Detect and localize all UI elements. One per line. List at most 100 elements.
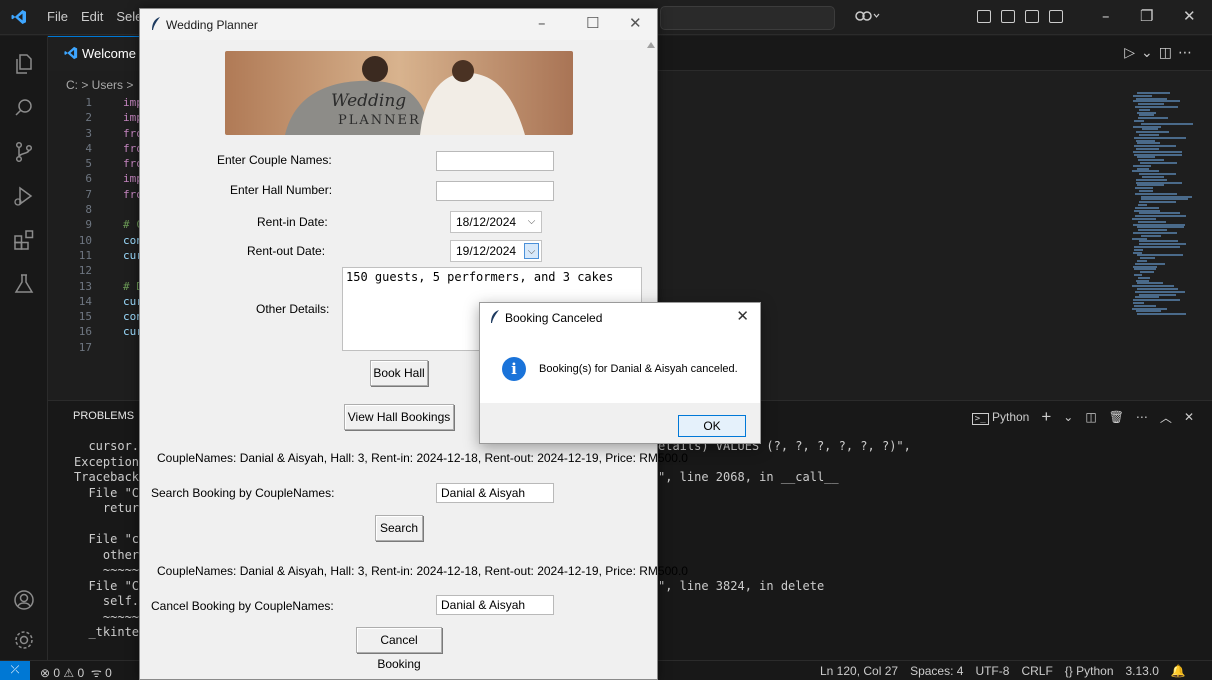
couple-names-label: Enter Couple Names: xyxy=(217,153,332,167)
minimize-icon[interactable]: – xyxy=(1102,7,1110,25)
minimap-line xyxy=(1134,187,1154,190)
run-debug-icon[interactable] xyxy=(12,184,36,208)
maximize-icon[interactable]: ☐ xyxy=(586,14,599,32)
search-icon[interactable] xyxy=(12,96,36,120)
minimap-line xyxy=(1136,226,1184,229)
cancel-booking-label: Cancel Booking by CoupleNames: xyxy=(151,599,334,613)
minimap-line xyxy=(1133,232,1177,234)
minimize-icon[interactable]: – xyxy=(538,14,546,32)
rent-out-date-picker[interactable]: 19/12/2024 ⌵ xyxy=(450,240,542,262)
chevron-down-icon[interactable]: ⌵ xyxy=(524,214,539,230)
minimap-line xyxy=(1136,156,1156,159)
more-icon[interactable]: ⋯ xyxy=(1136,410,1148,424)
more-actions-icon[interactable]: ⋯ xyxy=(1178,45,1198,61)
booking-canceled-dialog: Booking Canceled ✕ i Booking(s) for Dani… xyxy=(479,302,761,444)
run-python-icon[interactable]: ▷⌄ xyxy=(1124,45,1159,61)
problems-count[interactable]: ⊗ 0 ⚠ 0 xyxy=(40,666,84,680)
close-icon[interactable]: ✕ xyxy=(629,14,642,32)
minimap-line xyxy=(1136,97,1168,100)
explorer-icon[interactable] xyxy=(12,52,36,76)
minimap-line xyxy=(1136,131,1169,134)
status-item[interactable]: Ln 120, Col 27 xyxy=(820,664,898,678)
menu-file[interactable]: File xyxy=(47,9,68,24)
dialog-close-icon[interactable]: ✕ xyxy=(736,307,749,325)
status-item[interactable]: 🔔 xyxy=(1171,664,1186,678)
terminal-line: ", line 3824, in delete xyxy=(658,578,825,593)
toggle-primary-sidebar-icon[interactable] xyxy=(1001,10,1015,23)
restore-icon[interactable]: ❐ xyxy=(1140,7,1153,25)
terminal-output-right[interactable]: etails) VALUES (?, ?, ?, ?, ?, ?)", ", li… xyxy=(658,439,911,594)
search-couple-input[interactable] xyxy=(436,483,554,503)
line-number: 5 xyxy=(85,157,92,171)
minimap-line xyxy=(1133,304,1156,307)
ok-button[interactable]: OK xyxy=(678,415,746,437)
remote-indicator[interactable]: ⤫ xyxy=(0,661,30,680)
book-hall-button[interactable]: Book Hall xyxy=(370,360,428,386)
minimap-line xyxy=(1135,148,1160,150)
accounts-icon[interactable] xyxy=(12,588,36,612)
split-editor-icon[interactable]: ◫ xyxy=(1159,45,1178,61)
toggle-secondary-sidebar-icon[interactable] xyxy=(1049,10,1063,23)
rent-out-date-label: Rent-out Date: xyxy=(247,244,326,258)
customize-layout-icon[interactable] xyxy=(977,10,991,23)
hall-number-input[interactable] xyxy=(436,181,554,201)
testing-icon[interactable] xyxy=(12,272,36,296)
view-hall-bookings-button[interactable]: View Hall Bookings xyxy=(344,404,454,430)
terminal-dropdown-icon[interactable]: ⌄ xyxy=(1063,410,1073,424)
couple-names-input[interactable] xyxy=(436,151,554,171)
status-item[interactable]: 3.13.0 xyxy=(1126,664,1159,678)
minimap-line xyxy=(1138,173,1176,176)
kill-terminal-icon[interactable]: 🗑 xyxy=(1109,410,1124,424)
minimap-line xyxy=(1136,139,1155,142)
terminal-profile[interactable]: >_ Python xyxy=(971,410,1030,425)
tab-problems[interactable]: PROBLEMS xyxy=(73,410,134,422)
status-left: ⊗ 0 ⚠ 0 ᯤ 0 xyxy=(40,664,112,680)
cancel-couple-input[interactable] xyxy=(436,595,554,615)
line-number: 8 xyxy=(85,203,92,217)
rent-in-date-picker[interactable]: 18/12/2024 ⌵ xyxy=(450,211,542,233)
scroll-up-arrow-icon[interactable] xyxy=(647,42,655,48)
source-control-icon[interactable] xyxy=(12,140,36,164)
minimap-line xyxy=(1132,100,1181,103)
status-item[interactable]: UTF-8 xyxy=(975,664,1009,678)
minimap-line xyxy=(1138,212,1181,215)
minimap-line xyxy=(1136,184,1165,187)
command-center-search[interactable] xyxy=(660,6,835,30)
terminal-profile-label: Python xyxy=(991,410,1030,424)
maximize-panel-icon[interactable]: ︿ xyxy=(1160,409,1172,426)
tab-welcome-label: Welcome xyxy=(82,46,136,61)
copilot-icon[interactable] xyxy=(855,8,881,28)
minimap-line xyxy=(1138,114,1154,117)
split-terminal-icon[interactable]: ◫ xyxy=(1085,410,1096,424)
minimap-line xyxy=(1132,285,1175,288)
minimap-line xyxy=(1133,120,1144,122)
minimap-line xyxy=(1137,142,1161,145)
close-panel-icon[interactable]: ✕ xyxy=(1184,410,1194,424)
line-number: 13 xyxy=(78,279,92,293)
ports-count[interactable]: ᯤ 0 xyxy=(91,666,112,680)
search-button[interactable]: Search xyxy=(375,515,423,541)
toggle-panel-icon[interactable] xyxy=(1025,10,1039,23)
minimap-line xyxy=(1136,260,1148,262)
minimap-line xyxy=(1139,162,1177,164)
minimap-line xyxy=(1134,268,1156,271)
extensions-icon[interactable] xyxy=(12,228,36,252)
cancel-booking-button[interactable]: Cancel Booking xyxy=(356,627,442,671)
close-icon[interactable]: ✕ xyxy=(1183,7,1196,25)
status-item[interactable]: {} Python xyxy=(1065,664,1114,678)
breadcrumb[interactable]: C: > Users > xyxy=(66,78,133,92)
minimap-line xyxy=(1132,251,1142,254)
minimap-line xyxy=(1132,307,1168,310)
new-terminal-icon[interactable]: + xyxy=(1041,407,1051,427)
status-item[interactable]: CRLF xyxy=(1021,664,1052,678)
chevron-down-icon[interactable]: ⌵ xyxy=(524,243,539,259)
info-icon: i xyxy=(502,357,526,381)
status-item[interactable]: Spaces: 4 xyxy=(910,664,963,678)
minimap[interactable] xyxy=(1128,92,1198,322)
rent-in-date-label: Rent-in Date: xyxy=(257,215,328,229)
minimap-line xyxy=(1138,134,1160,136)
menu-edit[interactable]: Edit xyxy=(81,9,103,24)
minimap-line xyxy=(1132,170,1160,173)
settings-gear-icon[interactable] xyxy=(12,628,36,652)
